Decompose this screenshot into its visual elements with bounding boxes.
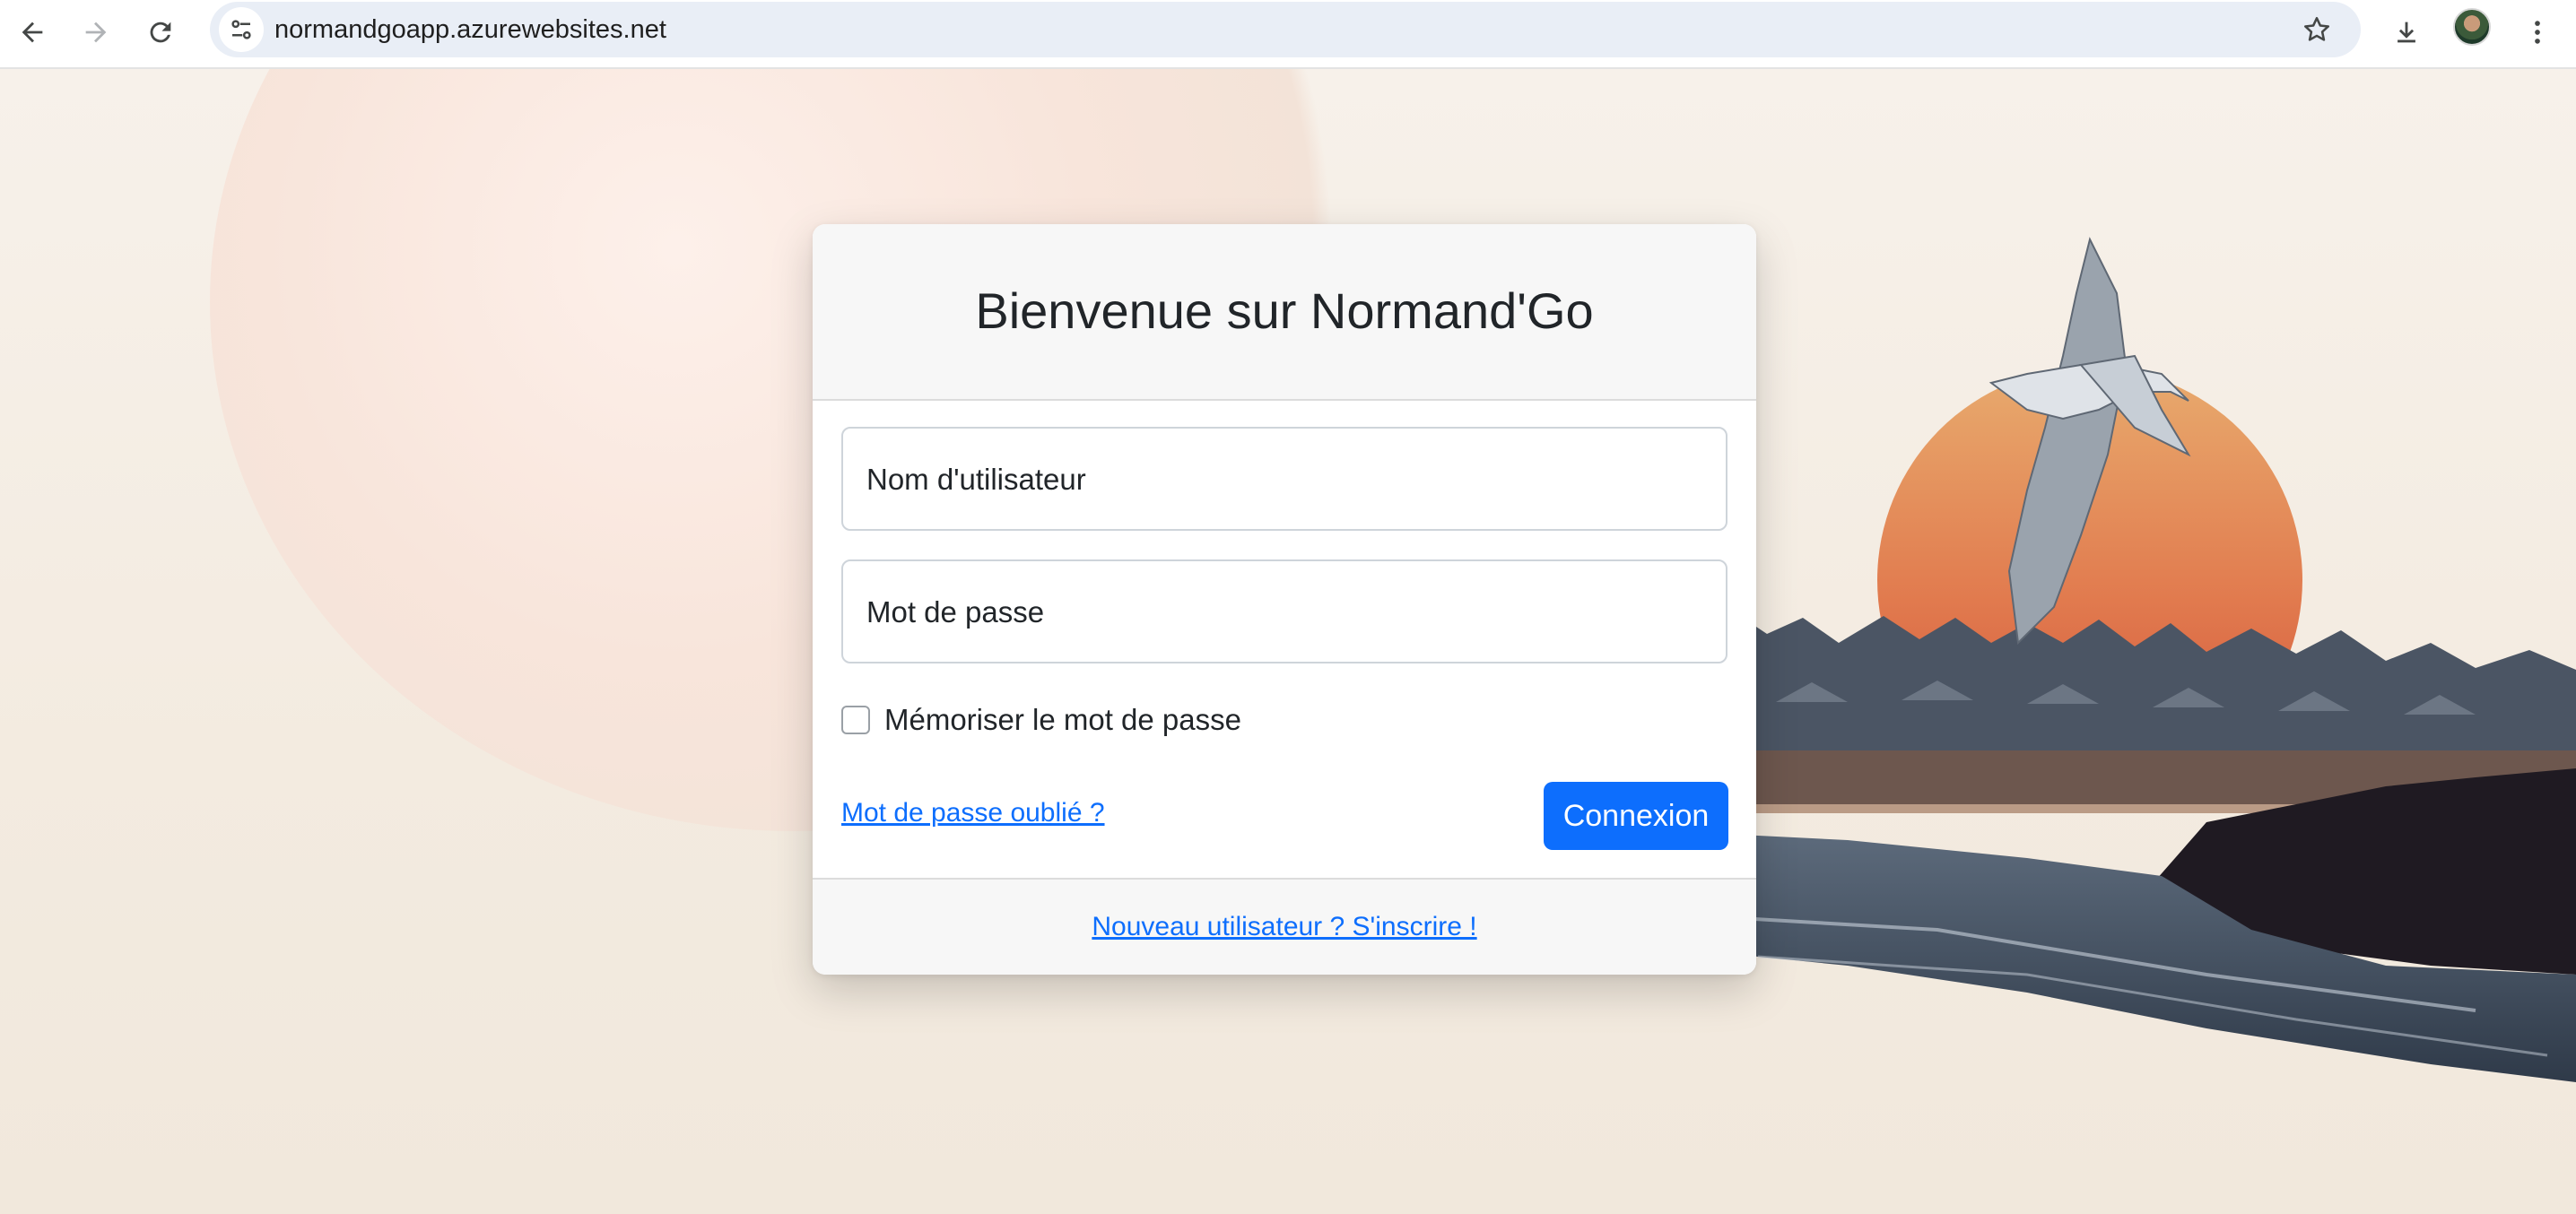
signup-link[interactable]: Nouveau utilisateur ? S'inscrire ! [813,912,1756,942]
login-button[interactable]: Connexion [1544,782,1728,850]
bookmark-star-icon[interactable] [2294,7,2339,52]
site-info-icon[interactable] [219,7,264,52]
download-icon[interactable] [2383,9,2430,56]
forgot-password-link[interactable]: Mot de passe oublié ? [841,798,1105,828]
remember-row[interactable]: Mémoriser le mot de passe [841,702,1241,738]
remember-checkbox[interactable] [841,706,870,734]
username-placeholder: Nom d'utilisateur [866,463,1086,496]
card-footer: Nouveau utilisateur ? S'inscrire ! [813,878,1756,975]
card-header: Bienvenue sur Normand'Go [813,224,1756,401]
profile-avatar[interactable] [2453,8,2491,46]
forward-arrow-icon[interactable] [73,9,119,56]
password-placeholder: Mot de passe [866,595,1045,629]
username-field[interactable]: Nom d'utilisateur [841,427,1727,531]
back-arrow-icon[interactable] [9,9,56,56]
page-background: Bienvenue sur Normand'Go Nom d'utilisate… [0,69,2576,1214]
more-vert-icon[interactable] [2514,9,2561,56]
browser-toolbar: normandgoapp.azurewebsites.net [0,0,2576,69]
address-bar[interactable]: normandgoapp.azurewebsites.net [210,2,2361,57]
login-card: Bienvenue sur Normand'Go Nom d'utilisate… [813,224,1756,975]
remember-label[interactable]: Mémoriser le mot de passe [884,703,1241,737]
password-field[interactable]: Mot de passe [841,559,1727,663]
url-text[interactable]: normandgoapp.azurewebsites.net [274,15,666,45]
page-title: Bienvenue sur Normand'Go [975,282,1594,339]
reload-icon[interactable] [137,9,184,56]
